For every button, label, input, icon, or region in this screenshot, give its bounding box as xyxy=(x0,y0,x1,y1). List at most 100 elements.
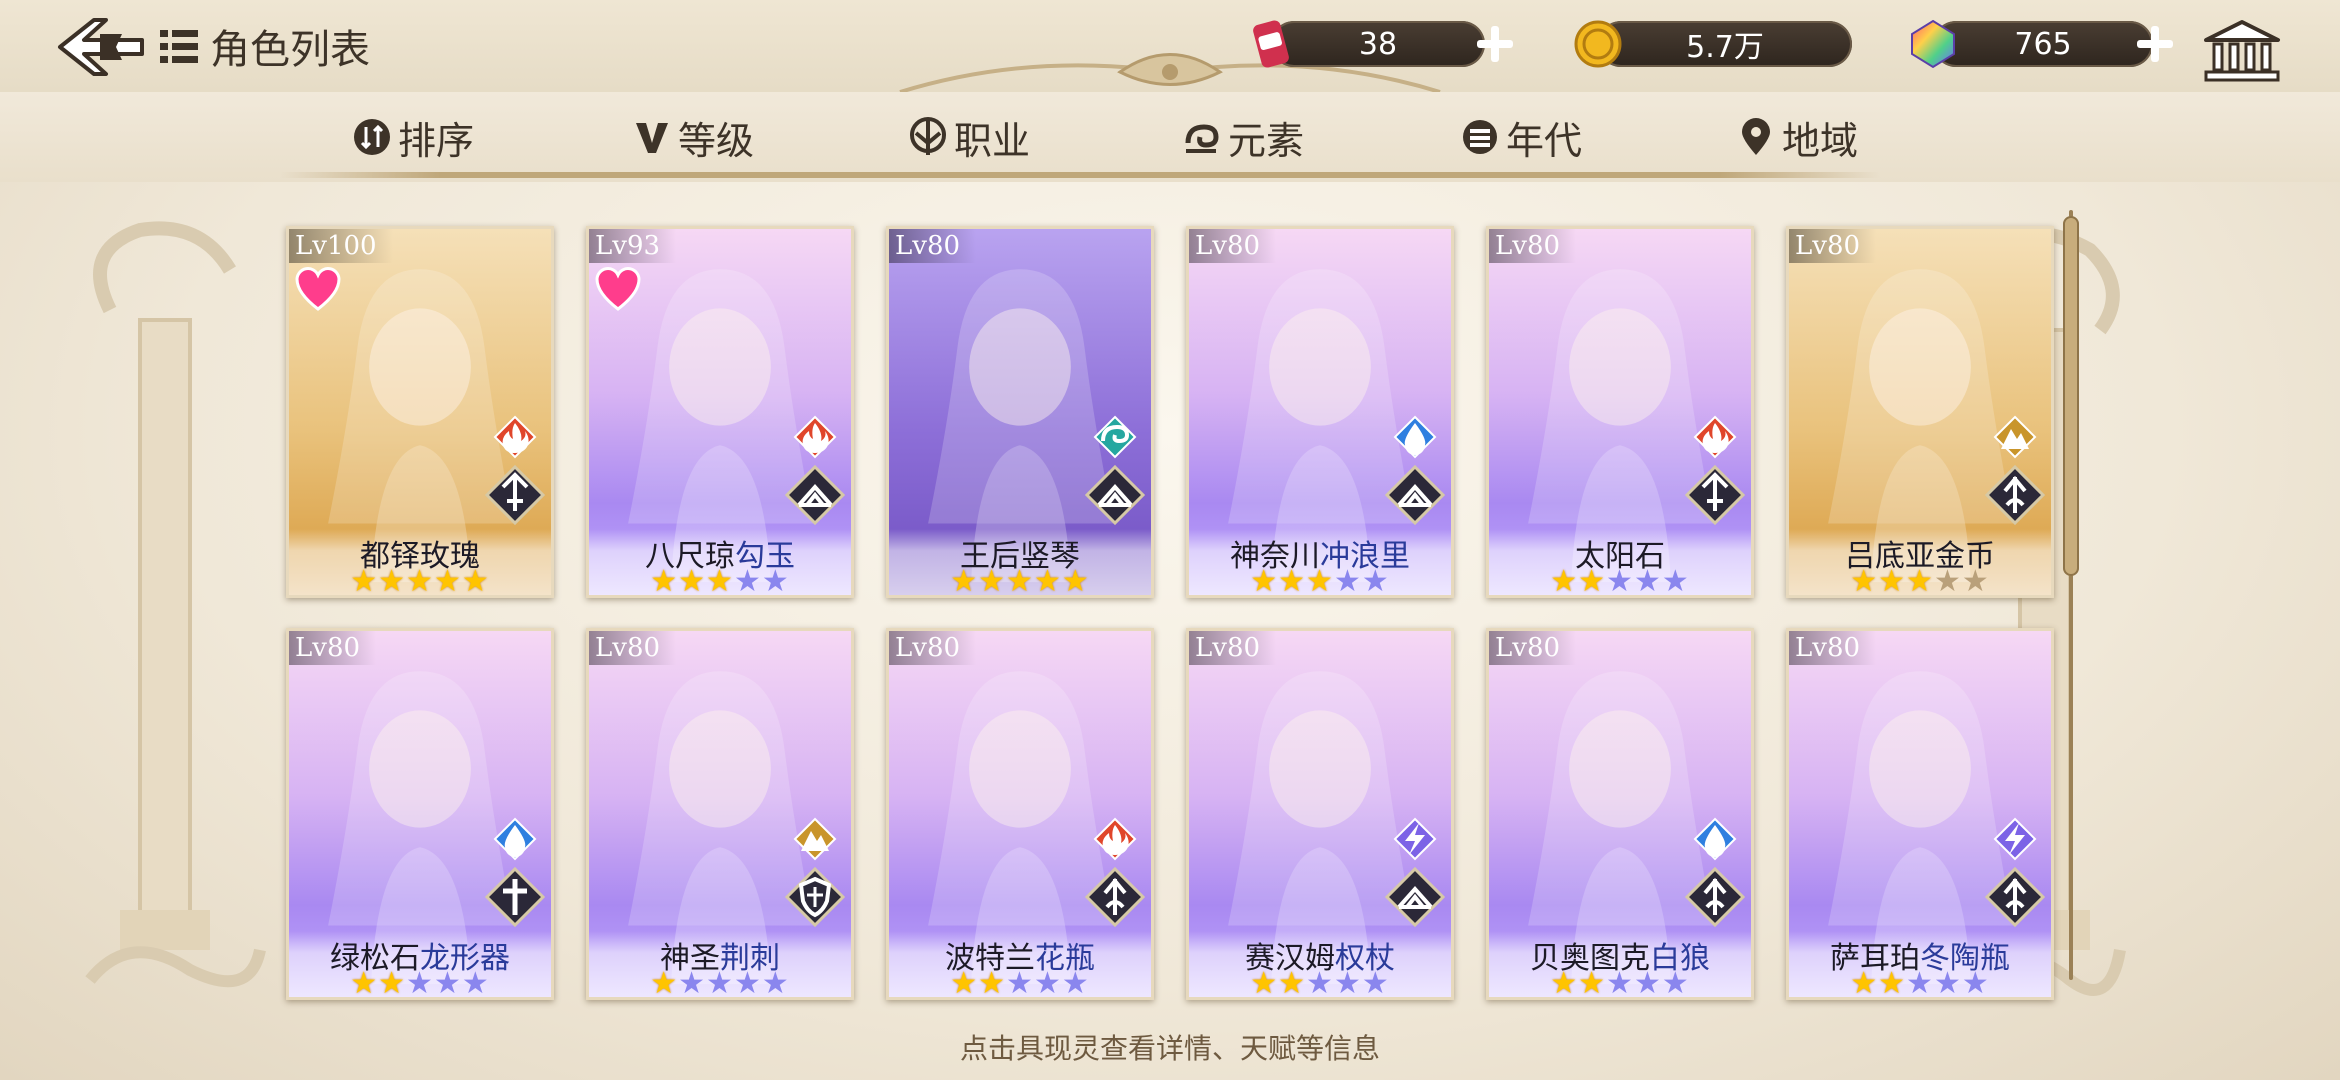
tab-era[interactable]: 年代 xyxy=(1460,112,1582,163)
star-rating: ★★★★★ xyxy=(889,966,1151,1000)
level-badge: Lv80 xyxy=(1789,631,1877,665)
star-empty-icon: ★ xyxy=(733,966,762,1000)
sword-class-icon xyxy=(485,465,545,525)
spear-class-icon xyxy=(1985,867,2045,927)
level-badge: Lv80 xyxy=(1789,229,1877,263)
character-card[interactable]: Lv80 贝奥图克白狼 ★★★★★ xyxy=(1486,628,1754,1000)
character-card[interactable]: Lv80 神圣荆刺 ★★★★★ xyxy=(586,628,854,1000)
tab-class[interactable]: 职业 xyxy=(908,112,1031,163)
level-text: Lv80 xyxy=(895,633,961,663)
tab-region-label: 地域 xyxy=(1782,118,1859,163)
star-filled-icon: ★ xyxy=(950,966,979,1000)
character-card[interactable]: Lv80 神奈川冲浪里 ★★★★★ xyxy=(1186,226,1454,598)
tab-sort-label: 排序 xyxy=(398,118,475,163)
location-pin-icon xyxy=(1742,118,1770,155)
gold-value: 5.7万 xyxy=(1686,30,1764,65)
gem-resource: 765 xyxy=(1907,18,2187,70)
level-text: Lv80 xyxy=(1495,231,1561,261)
top-bar: 角色列表 38 5.7万 765 xyxy=(0,0,2340,94)
level-badge: Lv80 xyxy=(1489,229,1577,263)
star-filled-icon: ★ xyxy=(1061,564,1090,598)
spear-class-icon xyxy=(1985,465,2045,525)
class-icon xyxy=(910,117,946,155)
star-rating: ★★★★★ xyxy=(289,564,551,598)
star-filled-icon: ★ xyxy=(350,564,379,598)
star-filled-icon: ★ xyxy=(1550,966,1579,1000)
level-badge: Lv80 xyxy=(1489,631,1577,665)
character-card[interactable]: Lv100 都铎玫瑰 ★★★★★ xyxy=(286,226,554,598)
star-rating: ★★★★★ xyxy=(1489,564,1751,598)
thunder-element-icon xyxy=(1993,817,2037,861)
level-badge: Lv100 xyxy=(289,229,393,263)
character-card[interactable]: Lv80 波特兰花瓶 ★★★★★ xyxy=(886,628,1154,1000)
star-empty-icon: ★ xyxy=(406,966,434,1000)
tab-element[interactable]: 元素 xyxy=(1182,112,1305,163)
tab-region[interactable]: 地域 xyxy=(1736,112,1859,163)
star-rating: ★★★★★ xyxy=(889,564,1151,598)
bank-icon[interactable] xyxy=(2200,18,2284,84)
fire-element-icon xyxy=(493,415,537,459)
fire-element-icon xyxy=(1093,817,1137,861)
level-text: Lv80 xyxy=(895,231,961,261)
level-badge: Lv80 xyxy=(289,631,377,665)
star-empty-icon: ★ xyxy=(1606,966,1634,1000)
star-empty-icon: ★ xyxy=(1333,966,1362,1000)
character-card[interactable]: Lv80 绿松石龙形器 ★★★★★ xyxy=(286,628,554,1000)
add-stamina-button[interactable] xyxy=(1473,22,1517,66)
level-text: Lv93 xyxy=(595,231,661,261)
hint-text: 点击具现灵查看详情、天赋等信息 xyxy=(959,1032,1380,1065)
star-filled-icon: ★ xyxy=(1578,966,1607,1000)
character-card[interactable]: Lv80 太阳石 ★★★★★ xyxy=(1486,226,1754,598)
level-badge: Lv93 xyxy=(589,229,677,263)
character-card[interactable]: Lv80 萨耳珀冬陶瓶 ★★★★★ xyxy=(1786,628,2054,1000)
thunder-element-icon xyxy=(1393,817,1437,861)
star-empty-icon: ★ xyxy=(1006,966,1034,1000)
star-rating: ★★★★★ xyxy=(589,567,851,596)
character-card[interactable]: Lv93 八尺琼勾玉 ★★★★★ xyxy=(586,226,854,598)
rainbow-gem-icon xyxy=(1911,19,1955,69)
star-filled-icon: ★ xyxy=(378,966,407,1000)
level-badge: Lv80 xyxy=(1189,229,1277,263)
scrollbar[interactable] xyxy=(2063,190,2079,995)
star-empty-icon: ★ xyxy=(461,966,490,1000)
star-filled-icon: ★ xyxy=(1850,966,1879,1000)
star-filled-icon: ★ xyxy=(978,966,1007,1000)
list-icon xyxy=(160,28,200,64)
level-v-icon xyxy=(636,123,668,153)
star-rating: ★★★★★ xyxy=(1189,966,1451,1000)
star-filled-icon: ★ xyxy=(1878,564,1907,598)
level-text: Lv80 xyxy=(1495,633,1561,663)
star-empty-icon: ★ xyxy=(1606,564,1634,598)
star-empty-icon: ★ xyxy=(1961,564,1990,598)
wind-element-icon xyxy=(1093,415,1137,459)
character-card[interactable]: Lv80 王后竖琴 ★★★★★ xyxy=(886,226,1154,598)
stamina-resource: 38 xyxy=(1245,18,1530,70)
tab-class-label: 职业 xyxy=(954,118,1031,163)
fire-element-icon xyxy=(1693,415,1737,459)
level-text: Lv80 xyxy=(1795,231,1861,261)
scroll-thumb[interactable] xyxy=(2063,216,2079,576)
star-filled-icon: ★ xyxy=(433,564,462,598)
character-card[interactable]: Lv80 赛汉姆权杖 ★★★★★ xyxy=(1186,628,1454,1000)
gem-value-pill: 765 xyxy=(1933,21,2153,67)
star-empty-icon: ★ xyxy=(1661,966,1690,1000)
star-filled-icon: ★ xyxy=(461,564,490,598)
tab-underline xyxy=(280,172,1880,178)
character-grid: Lv100 都铎玫瑰 ★★★★★ Lv93 八尺琼勾玉 ★★★★★ Lv80 王后竖琴 ★★★★… xyxy=(286,226,2054,1000)
tab-element-label: 元素 xyxy=(1228,118,1305,163)
tab-level[interactable]: 等级 xyxy=(632,112,754,163)
star-empty-icon: ★ xyxy=(1061,966,1090,1000)
cross-class-icon xyxy=(485,867,545,927)
tab-sort[interactable]: 排序 xyxy=(352,112,475,163)
gold-resource: 5.7万 xyxy=(1572,18,1852,70)
title-text: 角色列表 xyxy=(210,27,370,73)
star-empty-icon: ★ xyxy=(678,966,707,1000)
water-element-icon xyxy=(1693,817,1737,861)
back-button[interactable] xyxy=(54,14,150,80)
heart-icon xyxy=(595,267,641,311)
add-gem-button[interactable] xyxy=(2133,22,2177,66)
character-card[interactable]: Lv80 吕底亚金币 ★★★★★ xyxy=(1786,226,2054,598)
era-icon xyxy=(1463,120,1497,154)
star-filled-icon: ★ xyxy=(1906,564,1934,598)
back-arrow-icon xyxy=(58,18,144,76)
